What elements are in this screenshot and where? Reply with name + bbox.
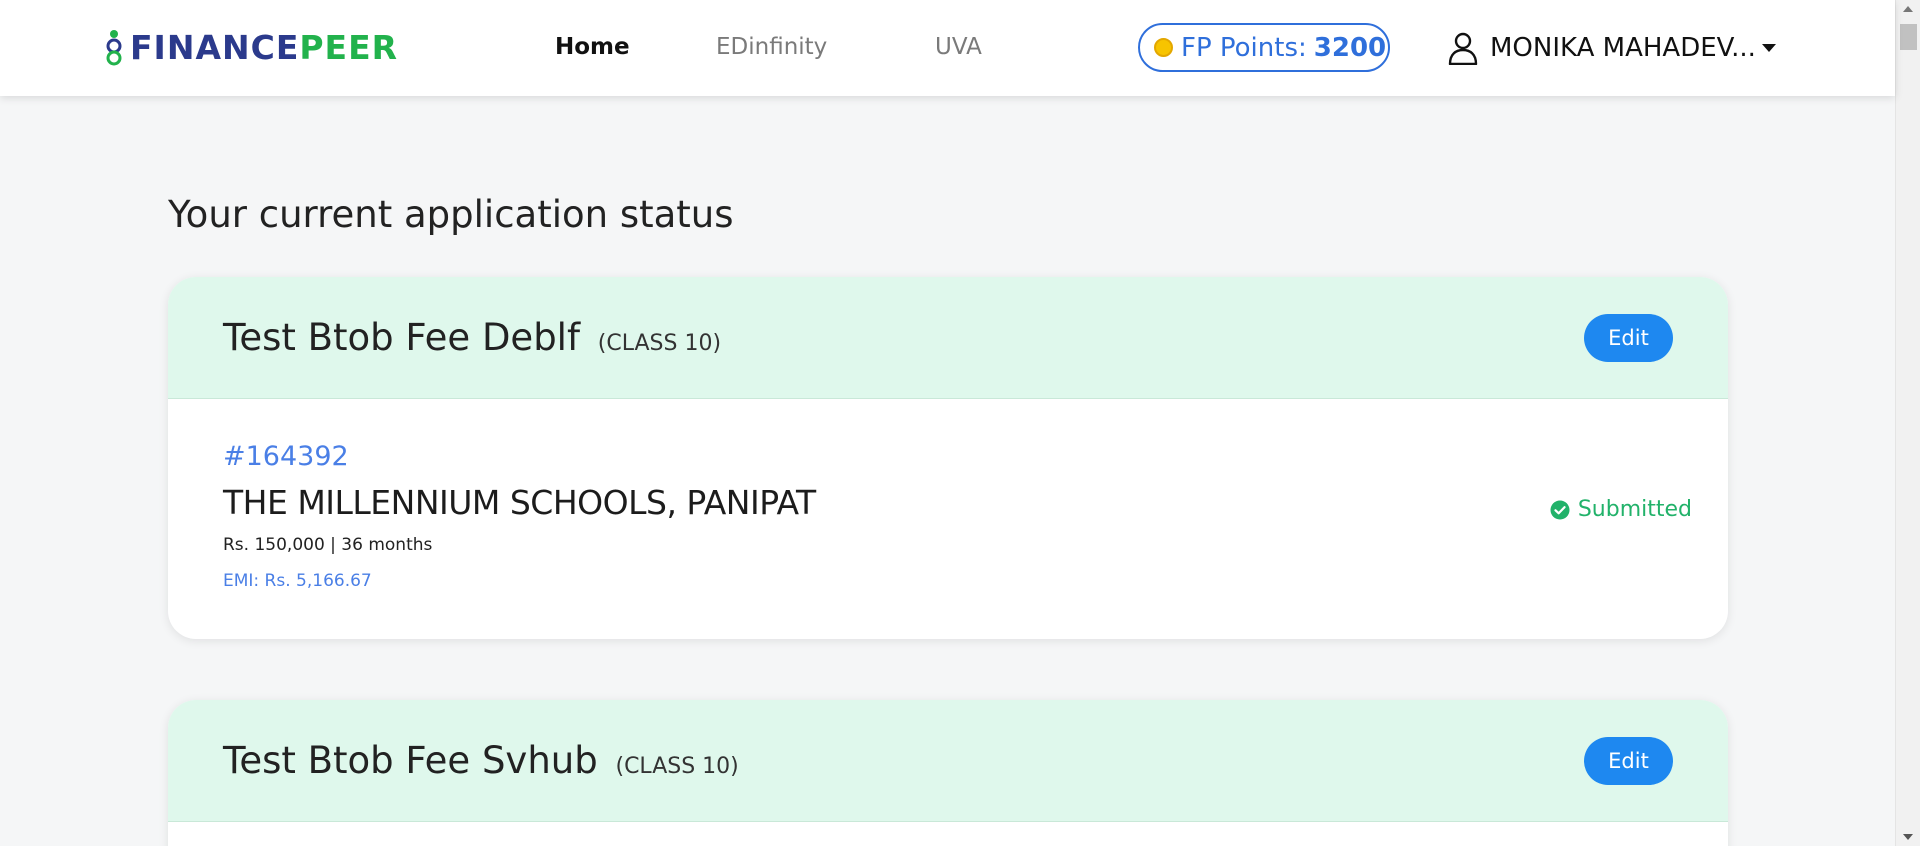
user-menu[interactable]: MONIKA MAHADEV... <box>1448 28 1776 68</box>
logo-text-finance: FINANCE <box>130 28 300 67</box>
user-name: MONIKA MAHADEV... <box>1490 33 1756 63</box>
application-card-body: #164392 THE MILLENNIUM SCHOOLS, PANIPAT … <box>168 399 1728 639</box>
emi-amount: EMI: Rs. 5,166.67 <box>223 571 372 591</box>
status-text: Submitted <box>1577 497 1692 522</box>
application-id[interactable]: #164392 <box>223 441 349 472</box>
fp-points-value: 3200 <box>1313 32 1387 63</box>
fp-points-label: FP Points: <box>1181 32 1307 63</box>
logo-text-peer: PEER <box>299 28 399 67</box>
application-class: (CLASS 10) <box>597 331 722 356</box>
vertical-scrollbar[interactable] <box>1895 0 1920 846</box>
user-icon <box>1448 32 1478 65</box>
top-header: FINANCEPEER Home EDinfinity UVA FP Point… <box>0 0 1895 96</box>
loan-amount-tenure: Rs. 150,000 | 36 months <box>223 535 433 555</box>
scroll-up-arrow-icon[interactable] <box>1903 6 1913 12</box>
logo-text: FINANCEPEER <box>130 28 398 68</box>
application-name: Test Btob Fee Svhub <box>223 739 598 782</box>
financepeer-logo[interactable]: FINANCEPEER <box>104 28 398 68</box>
nav-uva[interactable]: UVA <box>935 30 982 64</box>
scrollbar-thumb[interactable] <box>1900 24 1917 50</box>
fp-points-badge[interactable]: FP Points: 3200 <box>1138 23 1390 72</box>
application-card-header: Test Btob Fee Deblf (CLASS 10) Edit <box>168 277 1728 399</box>
edit-button[interactable]: Edit <box>1584 314 1673 362</box>
status-badge: Submitted <box>1550 497 1692 522</box>
application-card: Test Btob Fee Deblf (CLASS 10) Edit #164… <box>168 277 1728 639</box>
coin-icon <box>1154 38 1173 57</box>
page-title: Your current application status <box>168 193 734 236</box>
edit-button[interactable]: Edit <box>1584 737 1673 785</box>
school-name: THE MILLENNIUM SCHOOLS, PANIPAT <box>223 483 816 522</box>
caret-down-icon[interactable] <box>1761 44 1776 52</box>
nav-home[interactable]: Home <box>555 30 630 64</box>
application-card-header: Test Btob Fee Svhub (CLASS 10) Edit <box>168 700 1728 822</box>
scroll-down-arrow-icon[interactable] <box>1903 834 1913 840</box>
nav-edinfinity[interactable]: EDinfinity <box>716 30 827 64</box>
application-title: Test Btob Fee Deblf (CLASS 10) <box>223 315 721 367</box>
application-name: Test Btob Fee Deblf <box>223 316 580 359</box>
application-title: Test Btob Fee Svhub (CLASS 10) <box>223 738 739 790</box>
application-class: (CLASS 10) <box>615 754 739 779</box>
application-card: Test Btob Fee Svhub (CLASS 10) Edit <box>168 700 1728 846</box>
check-circle-icon <box>1550 500 1570 519</box>
logo-mark-icon <box>106 30 122 66</box>
